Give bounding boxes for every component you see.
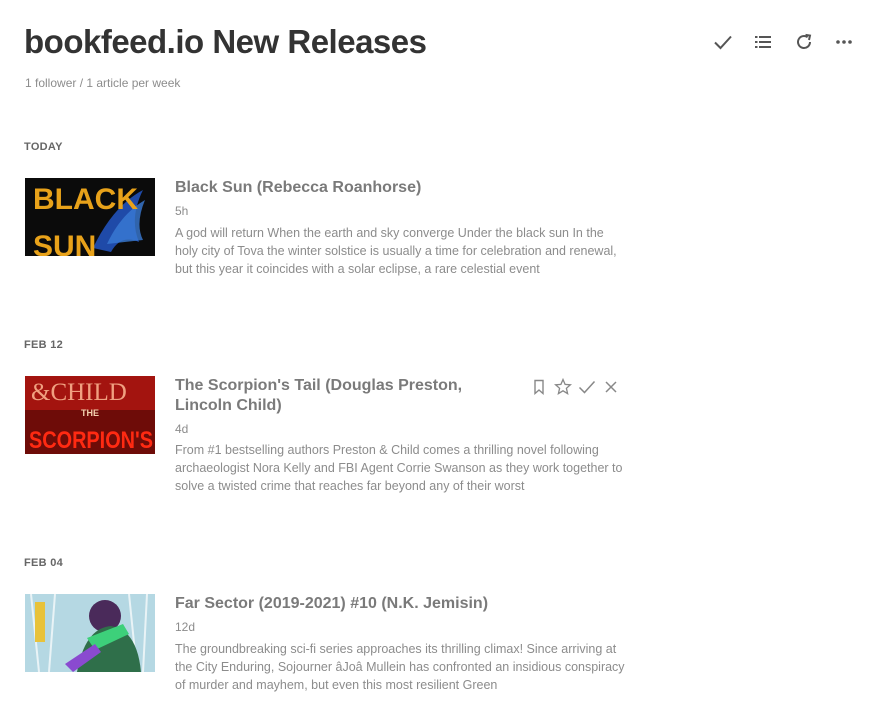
section-label-feb-12: FEB 12 <box>24 339 64 351</box>
page-title: bookfeed.io New Releases <box>24 23 427 60</box>
entry-title[interactable]: Far Sector (2019-2021) #10 (N.K. Jemisin… <box>175 594 535 614</box>
entry-age: 12d <box>175 620 196 634</box>
entry-summary: The groundbreaking sci-fi series approac… <box>175 642 625 692</box>
close-icon <box>605 381 617 393</box>
thumb-text: SUN <box>33 230 96 256</box>
toolbar <box>710 30 860 54</box>
thumb-text: &CHILD <box>31 379 127 406</box>
entry-summary: From #1 bestselling authors Preston & Ch… <box>175 443 623 493</box>
entry-thumbnail[interactable]: &CHILD THE SCORPION'S <box>25 376 155 454</box>
entry-actions <box>530 378 622 396</box>
mark-read-button[interactable] <box>578 378 596 396</box>
entry-age: 4d <box>175 422 189 436</box>
mark-all-read-button[interactable] <box>710 30 736 54</box>
entry-thumbnail[interactable] <box>25 594 155 672</box>
hide-button[interactable] <box>602 378 620 396</box>
entry-summary: A god will return When the earth and sky… <box>175 226 617 276</box>
layout-button[interactable] <box>750 30 776 54</box>
check-icon <box>714 35 732 50</box>
section-label-feb-04: FEB 04 <box>24 557 64 569</box>
entry-age: 5h <box>175 204 189 218</box>
refresh-button[interactable] <box>791 30 817 54</box>
thumb-text: SCORPION'S <box>29 427 153 454</box>
thumb-text: THE <box>81 408 99 418</box>
more-button[interactable] <box>831 30 857 54</box>
feed-meta: 1 follower / 1 article per week <box>25 76 181 90</box>
entry-title[interactable]: Black Sun (Rebecca Roanhorse) <box>175 178 465 198</box>
star-icon <box>554 378 572 395</box>
thumb-text: BLACK <box>33 183 138 216</box>
entry-thumbnail[interactable]: BLACK SUN <box>25 178 155 256</box>
refresh-icon <box>797 33 812 49</box>
list-view-icon <box>755 36 771 48</box>
entry-title[interactable]: The Scorpion's Tail (Douglas Preston, Li… <box>175 376 465 416</box>
bookmark-icon <box>534 379 544 395</box>
bookmark-button[interactable] <box>530 378 548 396</box>
section-label-today: TODAY <box>24 141 63 153</box>
more-icon <box>836 40 852 44</box>
star-button[interactable] <box>554 378 572 396</box>
check-icon <box>578 380 596 394</box>
